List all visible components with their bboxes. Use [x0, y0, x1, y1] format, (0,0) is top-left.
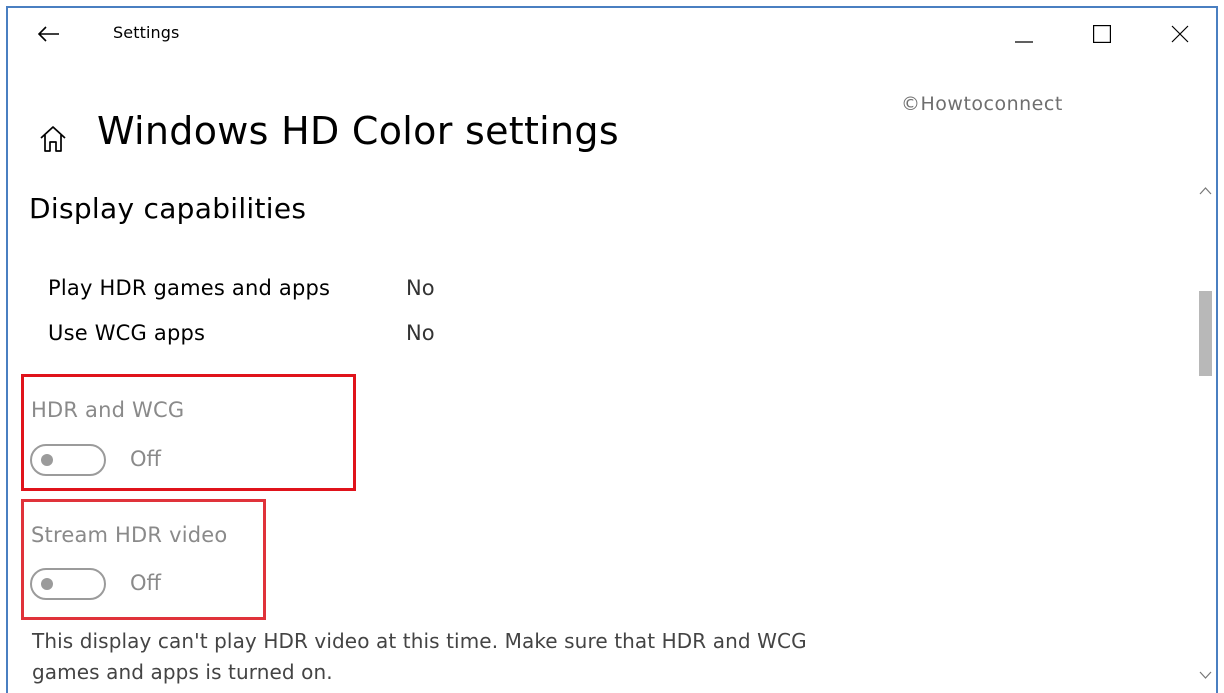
scroll-thumb[interactable]: [1199, 291, 1212, 376]
capability-label: Use WCG apps: [48, 321, 206, 345]
minimize-icon: [1015, 41, 1033, 43]
toggle-knob: [41, 578, 53, 590]
capability-row: Play HDR games and apps No: [8, 276, 608, 306]
app-title: Settings: [113, 23, 180, 42]
toggle-knob: [41, 454, 53, 466]
watermark: ©Howtoconnect: [901, 93, 1063, 115]
home-icon[interactable]: [38, 124, 68, 154]
hdr-wcg-toggle[interactable]: [30, 444, 106, 476]
settings-window: Settings ©Howtoconnect Windows HD Color …: [6, 6, 1218, 693]
stream-hdr-toggle[interactable]: [30, 568, 106, 600]
capability-row: Use WCG apps No: [8, 321, 608, 351]
maximize-icon: [1093, 25, 1111, 43]
back-arrow-icon: [38, 26, 59, 42]
stream-hdr-toggle-state: Off: [130, 571, 161, 595]
capability-value: No: [406, 276, 435, 300]
hdr-wcg-toggle-state: Off: [130, 447, 161, 471]
stream-hdr-label: Stream HDR video: [31, 523, 228, 547]
page-title: Windows HD Color settings: [97, 109, 619, 153]
close-icon: [1171, 25, 1189, 43]
capability-label: Play HDR games and apps: [48, 276, 331, 300]
title-bar: Settings: [8, 8, 1216, 60]
section-title: Display capabilities: [29, 192, 307, 225]
capability-value: No: [406, 321, 435, 345]
hdr-info-note: This display can't play HDR video at thi…: [32, 629, 807, 684]
scroll-down-icon[interactable]: [1197, 668, 1214, 682]
highlight-box-stream-hdr: [21, 499, 266, 620]
back-button[interactable]: [24, 14, 72, 58]
scroll-up-icon[interactable]: [1197, 184, 1214, 198]
minimize-button[interactable]: [1000, 12, 1046, 56]
maximize-button[interactable]: [1078, 12, 1124, 56]
close-button[interactable]: [1156, 12, 1202, 56]
vertical-scrollbar[interactable]: [1197, 178, 1214, 693]
hdr-wcg-label: HDR and WCG: [31, 398, 185, 422]
